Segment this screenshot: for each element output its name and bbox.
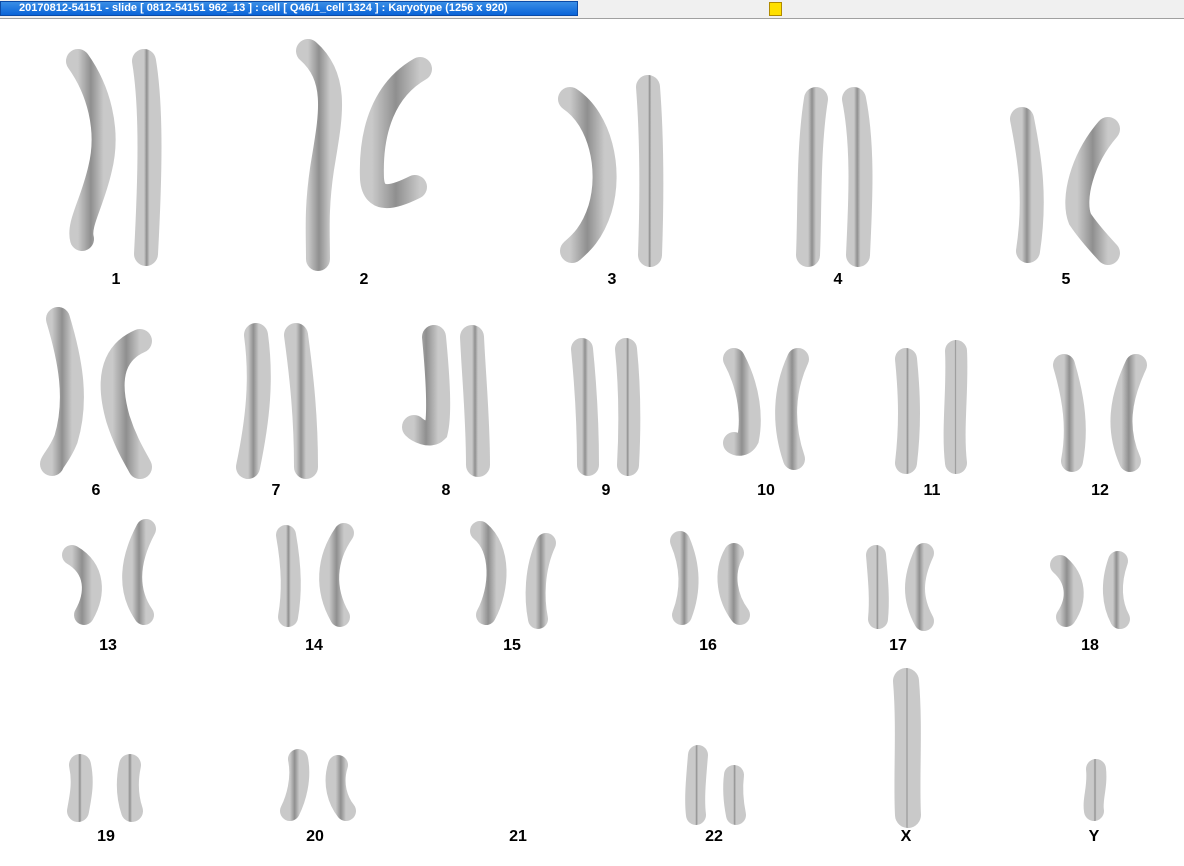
chromosome-label-8: 8: [442, 482, 451, 499]
chromosome-pair-22[interactable]: 22: [685, 745, 746, 845]
chromosome-3-right[interactable]: [636, 75, 664, 267]
chromosome-y[interactable]: Y: [1083, 759, 1107, 845]
chromosome-pair-17[interactable]: 17: [866, 543, 934, 654]
chromosome-7-right[interactable]: [284, 323, 318, 479]
chromosome-pair-14[interactable]: 14: [276, 523, 354, 654]
title-bar: 20170812-54151 - slide [ 0812-54151 962_…: [0, 0, 1184, 19]
chromosome-pair-2[interactable]: 2: [296, 39, 432, 288]
chromosome-14-right[interactable]: [319, 523, 354, 627]
chromosome-18-right[interactable]: [1103, 551, 1130, 629]
chromosome-2-left[interactable]: [296, 39, 342, 271]
chromosome-18-left[interactable]: [1050, 555, 1084, 627]
chromosome-15-left[interactable]: [470, 521, 507, 625]
chromosome-22-left[interactable]: [685, 745, 708, 825]
chromosome-pair-4[interactable]: 4: [796, 87, 873, 288]
chromosome-pair-8[interactable]: 8: [402, 325, 490, 499]
chromosome-label-19: 19: [97, 828, 115, 845]
chromosome-5-right[interactable]: [1065, 117, 1120, 265]
chromosome-7-left[interactable]: [236, 323, 271, 479]
chromosome-label-16: 16: [699, 637, 717, 654]
chromosome-label-x: X: [901, 828, 912, 845]
chromosome-pair-1[interactable]: 1: [66, 49, 162, 288]
chromosome-label-15: 15: [503, 637, 521, 654]
chromosome-19-right[interactable]: [116, 754, 143, 822]
chromosome-label-17: 17: [889, 637, 907, 654]
chromosome-label-9: 9: [602, 482, 611, 499]
chromosome-label-6: 6: [92, 482, 101, 499]
chromosome-label-y: Y: [1089, 828, 1100, 845]
chromosome-pair-3[interactable]: 3: [558, 75, 664, 288]
chromosome-label-18: 18: [1081, 637, 1099, 654]
chromosome-17-right[interactable]: [905, 543, 934, 631]
karyotype-panel: 1 2 3 4 5 6 7 8 9 10 11 12 13 14 15 16 1…: [40, 39, 1147, 845]
chromosome-13-right[interactable]: [122, 519, 156, 625]
chromosome-9-right[interactable]: [615, 338, 641, 476]
chromosome-label-21: 21: [509, 828, 527, 845]
chromosome-5-left[interactable]: [1010, 107, 1044, 263]
chromosome-pair-12[interactable]: 12: [1053, 354, 1147, 499]
chromosome-pair-20[interactable]: 20: [280, 749, 356, 845]
chromosome-3-left[interactable]: [558, 87, 617, 263]
chromosome-y-single[interactable]: [1083, 759, 1107, 821]
chromosome-4-left[interactable]: [796, 87, 828, 267]
chromosome-label-22: 22: [705, 828, 723, 845]
chromosome-20-right[interactable]: [325, 755, 356, 821]
chromosome-16-left[interactable]: [670, 531, 699, 625]
chromosome-6-left[interactable]: [40, 307, 84, 476]
chromosome-pair-21[interactable]: 21: [490, 769, 546, 845]
chromosome-pair-7[interactable]: 7: [236, 323, 318, 499]
chromosome-pair-19[interactable]: 19: [67, 754, 143, 845]
chromosome-label-13: 13: [99, 637, 117, 654]
chromosome-8-right[interactable]: [460, 325, 490, 477]
chromosome-pair-13[interactable]: 13: [62, 519, 156, 654]
chromosome-label-2: 2: [360, 271, 369, 288]
chromosome-x[interactable]: X: [893, 668, 921, 845]
chromosome-10-right[interactable]: [775, 348, 809, 470]
chromosome-11-right[interactable]: [943, 340, 968, 474]
chromosome-pair-15[interactable]: 15: [470, 521, 556, 654]
chromosome-label-14: 14: [305, 637, 323, 654]
chromosome-label-20: 20: [306, 828, 324, 845]
chromosome-label-5: 5: [1062, 271, 1071, 288]
chromosome-13-left[interactable]: [62, 545, 102, 625]
chromosome-pair-6[interactable]: 6: [40, 307, 152, 499]
chromosome-x-single[interactable]: [893, 668, 921, 828]
chromosome-4-right[interactable]: [842, 87, 873, 267]
chromosome-6-right[interactable]: [100, 329, 152, 479]
status-indicator[interactable]: [769, 2, 782, 16]
chromosome-17-left[interactable]: [866, 545, 889, 629]
chromosome-12-right[interactable]: [1110, 354, 1147, 472]
chromosome-8-left[interactable]: [402, 325, 451, 446]
chromosome-pair-5[interactable]: 5: [1010, 107, 1120, 288]
chromosome-label-12: 12: [1091, 482, 1109, 499]
chromosome-15-right[interactable]: [525, 533, 556, 629]
chromosome-pair-16[interactable]: 16: [670, 531, 750, 654]
chromosome-1-left[interactable]: [66, 49, 116, 251]
chromosome-19-left[interactable]: [67, 754, 93, 822]
chromosome-pair-10[interactable]: 10: [723, 348, 809, 499]
chromosome-pair-9[interactable]: 9: [571, 338, 641, 499]
chromosome-label-10: 10: [757, 482, 775, 499]
chromosome-22-right[interactable]: [723, 765, 746, 825]
chromosome-14-left[interactable]: [276, 525, 301, 627]
chromosome-12-left[interactable]: [1053, 354, 1086, 472]
chromosome-1-right[interactable]: [132, 49, 162, 266]
chromosome-20-left[interactable]: [280, 749, 310, 821]
chromosome-10-left[interactable]: [723, 348, 761, 456]
chromosome-label-4: 4: [834, 271, 843, 288]
chromosome-2-right[interactable]: [359, 57, 432, 209]
chromosome-label-1: 1: [112, 271, 121, 288]
chromosome-9-left[interactable]: [571, 338, 599, 476]
window-title[interactable]: 20170812-54151 - slide [ 0812-54151 962_…: [0, 1, 578, 16]
chromosome-pair-11[interactable]: 11: [895, 340, 968, 499]
chromosome-11-left[interactable]: [895, 348, 920, 474]
chromosome-label-7: 7: [272, 482, 281, 499]
chromosome-pair-18[interactable]: 18: [1050, 551, 1130, 654]
chromosome-label-11: 11: [924, 482, 941, 499]
chromosome-16-right[interactable]: [717, 543, 750, 625]
chromosome-label-3: 3: [608, 271, 617, 288]
